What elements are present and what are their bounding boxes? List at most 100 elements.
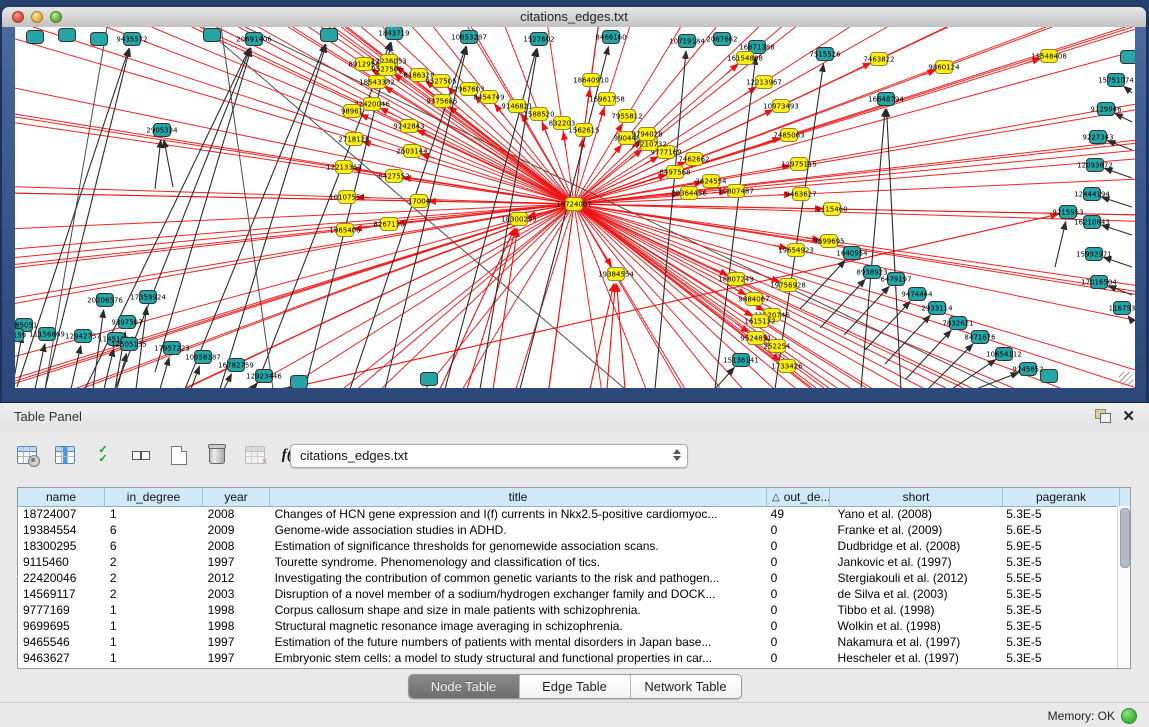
table-row[interactable]: 911546021997Tourette syndrome. Phenomeno… — [18, 554, 1118, 570]
float-panel-icon[interactable] — [1095, 409, 1111, 423]
network-node[interactable] — [91, 33, 108, 46]
network-node[interactable]: 12213967 — [746, 76, 782, 89]
new-table-icon[interactable] — [166, 442, 192, 468]
select-column-icon[interactable] — [52, 442, 78, 468]
network-node[interactable] — [1121, 51, 1136, 64]
network-node[interactable]: 16648794 — [868, 93, 904, 106]
network-node[interactable]: 8471676 — [964, 331, 996, 344]
tab-node-table[interactable]: Node Table — [409, 675, 520, 698]
network-node[interactable]: 1640954 — [836, 247, 868, 260]
network-node[interactable]: 15136141 — [723, 354, 759, 367]
network-node[interactable]: 10973493 — [763, 100, 799, 113]
network-node[interactable] — [204, 29, 221, 42]
network-node[interactable]: 19384554 — [598, 268, 634, 281]
network-node[interactable] — [1041, 370, 1058, 383]
network-node[interactable]: 9115460 — [816, 203, 847, 216]
table-row[interactable]: 946554611997Estimation of the future num… — [18, 634, 1118, 650]
network-node[interactable]: 9397587 — [111, 316, 142, 329]
network-node[interactable] — [321, 29, 338, 42]
table-row[interactable]: 1872400712008Changes of HCN gene express… — [18, 506, 1118, 522]
column-header-title[interactable]: title — [270, 488, 767, 506]
network-node[interactable]: 10807487 — [718, 185, 754, 198]
tab-edge-table[interactable]: Edge Table — [520, 675, 631, 698]
table-row[interactable]: 977716911998Corpus callosum shape and si… — [18, 602, 1118, 618]
svg-text:19756928: 19756928 — [770, 282, 806, 290]
svg-text:12942757: 12942757 — [65, 333, 101, 341]
table-row[interactable]: 1456911722003Disruption of a novel membe… — [18, 586, 1118, 602]
svg-text:1527602: 1527602 — [523, 36, 554, 44]
network-node[interactable]: 2933114 — [921, 302, 953, 315]
network-node[interactable]: 20691406 — [236, 33, 272, 46]
network-node[interactable]: 9129946 — [1090, 103, 1122, 116]
delete-table-icon[interactable] — [204, 442, 230, 468]
table-cell: Tourette syndrome. Phenomenology and cla… — [270, 554, 766, 570]
network-node[interactable]: 17004 — [408, 195, 431, 208]
table-row[interactable]: 2242004622012Investigating the contribut… — [18, 570, 1118, 586]
network-node[interactable]: 10653287 — [451, 31, 487, 44]
network-node[interactable]: 1843719 — [378, 27, 409, 40]
select-rows-checks-icon[interactable]: ✓✓ — [90, 442, 116, 468]
network-node[interactable] — [421, 373, 438, 386]
network-node[interactable] — [27, 31, 44, 44]
tab-network-table[interactable]: Network Table — [631, 675, 741, 698]
table-settings-icon[interactable] — [14, 442, 40, 468]
network-node[interactable]: 16961758 — [589, 93, 625, 106]
network-node[interactable]: 3624554 — [695, 175, 727, 188]
network-node[interactable]: 98961 — [341, 105, 363, 118]
row-boxes-icon[interactable] — [128, 442, 154, 468]
network-node[interactable]: 116753 — [1109, 302, 1135, 315]
network-node[interactable]: 20206576 — [87, 294, 123, 307]
svg-text:9129946: 9129946 — [1090, 106, 1122, 114]
network-node[interactable]: 12942757 — [65, 330, 101, 343]
table-row[interactable]: 969969511998Structural magnetic resonanc… — [18, 618, 1118, 634]
dropdown-stepper-icon[interactable] — [669, 447, 684, 463]
svg-text:7515526: 7515526 — [809, 51, 841, 59]
citation-network-graph[interactable]: 9435572 20691406 1843719 10653287 1527602 846… — [15, 27, 1135, 388]
network-node[interactable]: 11548408 — [1031, 50, 1067, 63]
network-node[interactable]: 7955812 — [611, 110, 642, 123]
network-node[interactable] — [291, 376, 308, 389]
network-node[interactable]: 2905334 — [146, 124, 178, 137]
network-node[interactable]: 10958187 — [185, 351, 221, 364]
close-panel-icon[interactable]: ✕ — [1122, 407, 1135, 425]
column-header-pagerank[interactable]: pagerank — [1003, 488, 1120, 506]
network-window-titlebar[interactable]: citations_edges.txt — [2, 7, 1146, 28]
scrollbar-thumb[interactable] — [1120, 508, 1130, 568]
network-node[interactable]: 9463627 — [785, 188, 816, 201]
network-node[interactable]: 18300295 — [501, 213, 537, 226]
network-node[interactable]: 20364436 — [671, 187, 707, 200]
network-node[interactable]: 12213363 — [326, 161, 362, 174]
canvas-resize-grip[interactable] — [1119, 372, 1133, 386]
network-node[interactable]: 9474444 — [901, 288, 933, 301]
column-header-short[interactable]: short — [830, 488, 1003, 506]
network-node[interactable]: 19654923 — [778, 244, 814, 257]
network-node[interactable]: 9435572 — [116, 33, 147, 46]
network-node[interactable]: 15751074 — [1098, 74, 1134, 87]
network-node[interactable]: 8466160 — [595, 31, 626, 44]
network-node[interactable]: 2603144 — [396, 145, 428, 158]
network-node[interactable]: 17359924 — [130, 291, 166, 304]
column-header-out_de[interactable]: △out_de... — [767, 488, 830, 506]
table-row[interactable]: 1938455462009Genome-wide association stu… — [18, 522, 1118, 538]
network-node[interactable]: 9215953 — [1052, 206, 1083, 219]
network-node[interactable]: 6497568 — [659, 166, 690, 179]
network-node[interactable]: 7832621 — [942, 317, 973, 330]
column-header-name[interactable]: name — [18, 488, 105, 506]
svg-text:9397587: 9397587 — [111, 319, 142, 327]
vertical-scrollbar[interactable] — [1117, 506, 1130, 668]
network-canvas[interactable]: 9435572 20691406 1843719 10653287 1527602 846… — [15, 27, 1135, 388]
network-node[interactable]: 8427552 — [378, 170, 409, 183]
network-node[interactable]: 18640910 — [573, 74, 609, 87]
network-node[interactable]: 2087682 — [706, 33, 737, 46]
network-node[interactable] — [59, 29, 76, 42]
table-row[interactable]: 946362711997Embryonic stem cells: a mode… — [18, 650, 1118, 666]
table-source-dropdown[interactable]: citations_edges.txt — [290, 444, 688, 468]
network-node[interactable]: 10107554 — [329, 191, 365, 204]
network-node[interactable]: 1965408 — [329, 224, 360, 237]
network-node[interactable]: 2718126 — [338, 133, 370, 146]
column-header-year[interactable]: year — [203, 488, 270, 506]
svg-text:9884067: 9884067 — [738, 296, 769, 304]
column-header-in_degree[interactable]: in_degree — [105, 488, 203, 506]
table-row[interactable]: 1830029562008Estimation of significance … — [18, 538, 1118, 554]
network-node[interactable]: 10654112 — [986, 348, 1022, 361]
